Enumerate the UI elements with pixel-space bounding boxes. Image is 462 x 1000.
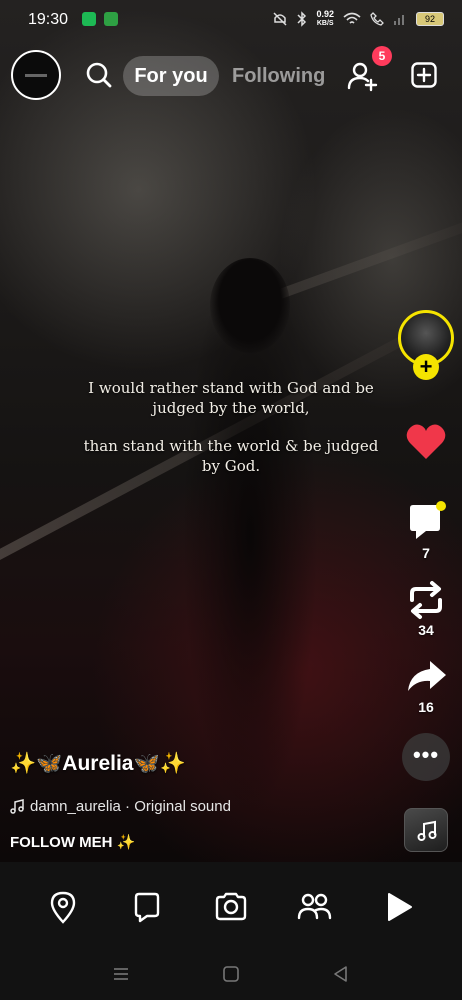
more-options-icon[interactable]: ••• [402,733,450,781]
music-note-small-icon [10,799,24,814]
status-indicators: 0.92 KB/S 92 [272,10,444,28]
recent-apps-icon[interactable] [111,964,131,984]
share-arrow-icon[interactable] [404,655,448,699]
camera-icon[interactable] [213,889,249,925]
tab-following[interactable]: Following [232,56,325,96]
wifi-icon [343,12,361,24]
mute-icon [273,12,287,26]
call-icon [370,12,384,26]
sound-link[interactable]: damn_aurelia · Original sound [10,798,231,815]
network-speed: 0.92 KB/S [316,10,334,28]
friend-requests-badge: 5 [372,46,392,66]
bluetooth-icon [297,11,307,27]
profile-avatar-button[interactable] [11,50,61,100]
share-count: 16 [418,699,434,715]
woman-head [210,258,290,353]
comment-icon[interactable] [404,500,448,544]
back-icon[interactable] [331,964,351,984]
signal-icon [394,15,404,25]
notification-app-icon-2 [104,12,118,26]
network-speed-value: 0.92 [316,9,334,19]
friends-icon[interactable] [296,889,332,925]
location-icon[interactable] [45,889,81,925]
video-quote: I would rather stand with God and be jud… [80,378,382,494]
battery-indicator: 92 [416,12,444,26]
repost-icon[interactable] [404,578,448,622]
network-speed-unit: KB/S [316,20,334,27]
tab-for-you[interactable]: For you [123,56,219,96]
notification-app-icon [82,12,96,26]
music-note-icon [417,820,437,841]
sound-name: damn_aurelia · Original sound [30,798,231,815]
quote-line-1: I would rather stand with God and be jud… [88,379,374,417]
system-nav-bar [0,952,462,1000]
add-friend-icon[interactable] [347,60,379,92]
quote-line-2: than stand with the world & be judged by… [83,437,379,475]
status-bar: 19:30 0.92 KB/S 92 [0,0,462,40]
video-player[interactable]: I would rather stand with God and be jud… [0,0,462,862]
like-heart-icon[interactable] [404,420,448,464]
sound-disc-button[interactable] [404,808,448,852]
video-description: FOLLOW MEH ✨ [10,834,136,851]
follow-plus-icon[interactable]: + [413,354,439,380]
repost-count: 34 [418,622,434,638]
play-icon[interactable] [380,889,416,925]
search-icon[interactable] [85,61,113,89]
create-post-icon[interactable] [411,62,437,88]
status-time: 19:30 [28,11,69,28]
comment-count: 7 [422,545,430,561]
creator-username[interactable]: ✨🦋Aurelia🦋✨ [10,752,186,776]
bottom-nav [0,862,462,952]
home-icon[interactable] [221,964,241,984]
chat-icon[interactable] [129,889,165,925]
